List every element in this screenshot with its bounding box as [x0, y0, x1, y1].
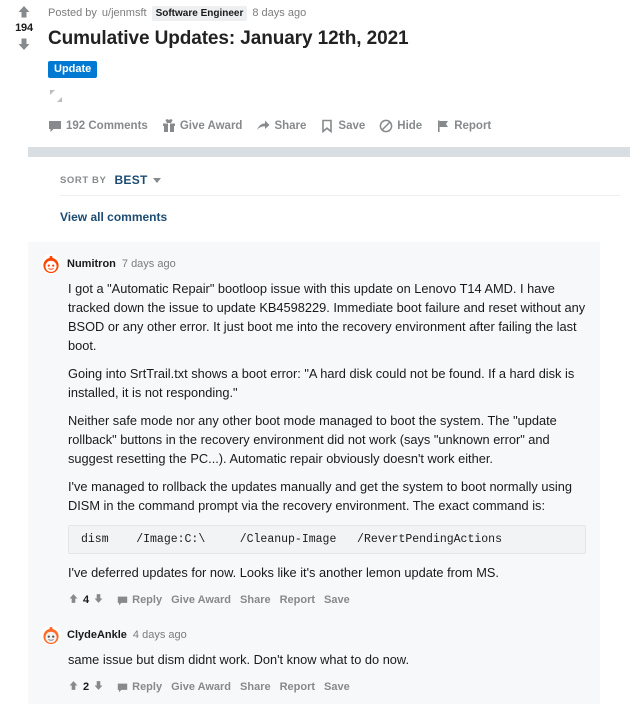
- comment-share-button[interactable]: Share: [240, 594, 271, 606]
- comment-item: Numitron 7 days ago I got a "Automatic R…: [28, 250, 600, 611]
- post-container: 194 Posted by u/jenmsft Software Enginee…: [0, 0, 640, 136]
- comment-author[interactable]: ClydeAnkle: [67, 629, 127, 641]
- post-meta: Posted by u/jenmsft Software Engineer 8 …: [48, 5, 630, 21]
- comment-reply-label: Reply: [132, 681, 163, 693]
- post-body: Posted by u/jenmsft Software Engineer 8 …: [48, 0, 640, 136]
- upvote-arrow-icon[interactable]: [15, 4, 33, 20]
- comment-header: Numitron 7 days ago: [28, 254, 600, 274]
- sort-by-value[interactable]: BEST: [114, 173, 147, 187]
- section-divider: [28, 147, 630, 157]
- comment-paragraph: Neither safe mode nor any other boot mod…: [68, 413, 557, 466]
- sort-row: SORT BY BEST: [60, 173, 620, 196]
- comment-author[interactable]: Numitron: [67, 258, 116, 270]
- comment-report-button[interactable]: Report: [280, 594, 315, 606]
- post-hide-button[interactable]: Hide: [379, 119, 422, 133]
- comment-downvote-icon[interactable]: [93, 593, 104, 607]
- reddit-snoo-avatar-red[interactable]: [41, 254, 61, 274]
- post-age: 8 days ago: [252, 7, 307, 19]
- post-save-button[interactable]: Save: [320, 119, 365, 133]
- comment-save-button[interactable]: Save: [324, 681, 350, 693]
- post-vote-count: 194: [15, 22, 33, 34]
- post-share-button[interactable]: Share: [256, 119, 306, 133]
- comment-reply-button[interactable]: Reply: [117, 594, 162, 606]
- chevron-down-icon[interactable]: [152, 177, 161, 183]
- view-all-comments-link[interactable]: View all comments: [60, 210, 640, 224]
- post-flair-badge[interactable]: Update: [48, 61, 98, 78]
- post-action-bar: 192 Comments Give Award Share Save Hide …: [48, 116, 630, 136]
- post-vote-column: 194: [0, 0, 48, 136]
- comment-upvote-icon[interactable]: [68, 593, 79, 607]
- comment-give-award-button[interactable]: Give Award: [171, 594, 231, 606]
- comment-paragraph: same issue but dism didnt work. Don't kn…: [68, 652, 410, 667]
- comment-vote-count: 2: [83, 681, 90, 693]
- post-hide-label: Hide: [397, 120, 423, 132]
- post-give-award-label: Give Award: [179, 120, 243, 132]
- comment-vote-group: 4: [68, 593, 104, 607]
- comments-section: Numitron 7 days ago I got a "Automatic R…: [28, 242, 600, 704]
- comment-paragraph: I've deferred updates for now. Looks lik…: [68, 565, 499, 580]
- comment-action-bar: 2 Reply Give Award Share Report Save: [28, 678, 600, 696]
- sort-by-label: SORT BY: [60, 174, 107, 186]
- comment-reply-button[interactable]: Reply: [117, 681, 162, 693]
- comment-downvote-icon[interactable]: [93, 680, 104, 694]
- post-report-button[interactable]: Report: [436, 119, 491, 133]
- comment-action-bar: 4 Reply Give Award Share Report Save: [28, 591, 600, 609]
- posted-by-label: Posted by: [48, 7, 97, 19]
- expand-diagonal-icon[interactable]: [48, 88, 64, 104]
- post-comments-label: 192 Comments: [66, 120, 148, 132]
- post-title[interactable]: Cumulative Updates: January 12th, 2021: [48, 27, 630, 51]
- reddit-snoo-avatar-orange[interactable]: [41, 625, 61, 645]
- comment-share-button[interactable]: Share: [240, 681, 271, 693]
- comment-age: 7 days ago: [121, 258, 176, 270]
- comment-reply-label: Reply: [132, 594, 163, 606]
- comment-item: ClydeAnkle 4 days ago same issue but dis…: [28, 621, 600, 698]
- post-share-label: Share: [274, 120, 307, 132]
- comment-paragraph: I got a "Automatic Repair" bootloop issu…: [68, 281, 586, 353]
- user-flair-badge: Software Engineer: [151, 5, 248, 21]
- post-comments-button[interactable]: 192 Comments: [48, 119, 148, 133]
- comment-save-button[interactable]: Save: [324, 594, 350, 606]
- comment-code-block: dism /Image:C:\ /Cleanup-Image /RevertPe…: [68, 525, 586, 554]
- comment-body: I got a "Automatic Repair" bootloop issu…: [28, 279, 600, 582]
- comment-body: same issue but dism didnt work. Don't kn…: [28, 650, 600, 669]
- post-give-award-button[interactable]: Give Award: [162, 119, 243, 133]
- post-author-link[interactable]: u/jenmsft: [102, 6, 147, 20]
- comment-header: ClydeAnkle 4 days ago: [28, 625, 600, 645]
- comment-upvote-icon[interactable]: [68, 680, 79, 694]
- post-report-label: Report: [454, 120, 492, 132]
- comment-give-award-button[interactable]: Give Award: [171, 681, 231, 693]
- comment-age: 4 days ago: [132, 629, 187, 641]
- downvote-arrow-icon[interactable]: [15, 36, 33, 52]
- comment-paragraph: Going into SrtTrail.txt shows a boot err…: [68, 366, 575, 400]
- comment-report-button[interactable]: Report: [280, 681, 315, 693]
- comment-vote-group: 2: [68, 680, 104, 694]
- comment-vote-count: 4: [83, 594, 90, 606]
- comment-paragraph: I've managed to rollback the updates man…: [68, 479, 572, 513]
- post-save-label: Save: [338, 120, 366, 132]
